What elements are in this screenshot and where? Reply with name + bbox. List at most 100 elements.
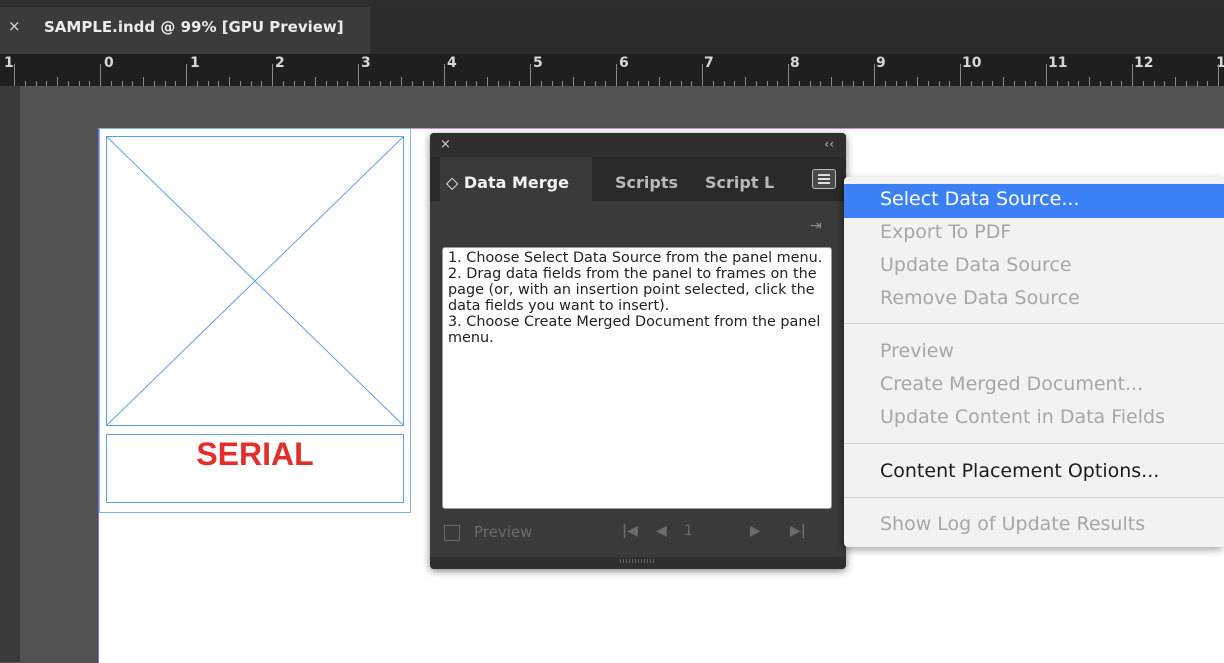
pasteboard-edge xyxy=(0,86,20,662)
ruler-tick xyxy=(670,81,671,86)
first-record-icon[interactable]: |◀ xyxy=(622,523,638,539)
tab-script-label[interactable]: Script L xyxy=(705,173,774,192)
empty-frame-cross-icon xyxy=(107,137,403,425)
ruler-label: 2 xyxy=(275,55,285,71)
menu-item-update-content-in-data-fields[interactable]: Update Content in Data Fields xyxy=(880,406,1165,428)
ruler-tick xyxy=(272,64,273,86)
ruler-tick xyxy=(616,64,617,86)
menu-item-export-to-pdf[interactable]: Export To PDF xyxy=(880,221,1011,243)
ruler-label: 1 xyxy=(190,55,200,71)
preview-checkbox[interactable] xyxy=(444,525,460,541)
ruler-tick xyxy=(100,64,101,86)
last-record-icon[interactable]: ▶| xyxy=(790,523,806,539)
menu-item-select-data-source[interactable]: Select Data Source... xyxy=(880,188,1079,210)
menu-item-show-log-of-update-results[interactable]: Show Log of Update Results xyxy=(880,513,1145,535)
ruler-tick xyxy=(777,81,778,86)
collapse-panel-icon[interactable]: ‹‹ xyxy=(824,137,834,151)
panel-menu-button[interactable] xyxy=(812,169,836,189)
ruler-tick xyxy=(315,77,316,86)
tab-scripts[interactable]: Scripts xyxy=(615,173,678,192)
image-placeholder-frame[interactable] xyxy=(106,136,404,426)
ruler-tick xyxy=(1068,81,1069,86)
ruler-tick xyxy=(788,64,789,86)
ruler-tick xyxy=(509,81,510,86)
document-tab[interactable]: × SAMPLE.indd @ 99% [GPU Preview] xyxy=(0,7,370,54)
ruler-tick xyxy=(1025,81,1026,86)
instruction-step: 2. Drag data fields from the panel to fr… xyxy=(448,266,817,314)
ruler-tick xyxy=(1143,81,1144,86)
ruler-tick xyxy=(1154,81,1155,86)
ruler-tick xyxy=(1218,64,1219,86)
serial-placeholder-text: SERIAL xyxy=(196,436,314,472)
ruler-tick xyxy=(251,81,252,86)
ruler-tick xyxy=(412,81,413,86)
ruler-tick xyxy=(1111,81,1112,86)
ruler-tick xyxy=(648,81,649,86)
ruler-tick xyxy=(756,81,757,86)
ruler-tick xyxy=(390,81,391,86)
menu-separator xyxy=(844,323,1224,324)
ruler-tick xyxy=(820,81,821,86)
menu-item-remove-data-source[interactable]: Remove Data Source xyxy=(880,287,1080,309)
ruler-tick xyxy=(713,81,714,86)
ruler-tick xyxy=(79,81,80,86)
ruler-tick xyxy=(132,81,133,86)
next-record-icon[interactable]: ▶ xyxy=(750,523,761,539)
hamburger-icon xyxy=(818,178,830,180)
ruler-tick xyxy=(1089,77,1090,86)
ruler-tick xyxy=(165,81,166,86)
ruler-tick xyxy=(627,81,628,86)
ruler-label: 5 xyxy=(533,55,543,71)
ruler-label: 10 xyxy=(962,55,982,71)
ruler-tick xyxy=(562,81,563,86)
hamburger-icon xyxy=(818,174,830,176)
instructions-box: 1. Choose Select Data Source from the pa… xyxy=(442,247,832,509)
ruler-tick xyxy=(605,81,606,86)
ruler-tick xyxy=(1186,81,1187,86)
ruler-tick xyxy=(1164,81,1165,86)
ruler-tick xyxy=(380,81,381,86)
panel-title-bar[interactable]: × ‹‹ xyxy=(430,133,846,157)
ruler-tick xyxy=(949,81,950,86)
ruler-tick xyxy=(68,81,69,86)
document-title: SAMPLE.indd @ 99% [GPU Preview] xyxy=(44,18,344,36)
ruler-tick xyxy=(283,81,284,86)
instruction-step: 1. Choose Select Data Source from the pa… xyxy=(448,250,823,266)
menu-item-create-merged-document[interactable]: Create Merged Document... xyxy=(880,373,1143,395)
horizontal-ruler[interactable]: 1 0 1 2 3 4 5 6 7 8 9 10 11 12 1 xyxy=(0,54,1224,86)
menu-item-preview[interactable]: Preview xyxy=(880,340,954,362)
ruler-tick xyxy=(57,77,58,86)
ruler-tick xyxy=(218,81,219,86)
ruler-label: 1 xyxy=(4,55,14,71)
menu-item-update-data-source[interactable]: Update Data Source xyxy=(880,254,1072,276)
ruler-tick xyxy=(724,81,725,86)
ruler-tick xyxy=(111,81,112,86)
ruler-label: 4 xyxy=(447,55,457,71)
ruler-tick xyxy=(541,81,542,86)
ruler-tick xyxy=(530,64,531,86)
serial-text-frame[interactable]: SERIAL xyxy=(106,434,404,503)
ruler-tick xyxy=(1057,81,1058,86)
ruler-tick xyxy=(1132,64,1133,86)
record-number[interactable]: 1 xyxy=(684,523,693,539)
previous-record-icon[interactable]: ◀ xyxy=(656,523,667,539)
ruler-tick xyxy=(831,77,832,86)
ruler-label: 8 xyxy=(790,55,800,71)
close-panel-icon[interactable]: × xyxy=(440,137,451,152)
ruler-tick xyxy=(971,81,972,86)
create-merged-document-icon[interactable]: ⇥ xyxy=(810,218,822,234)
window-top-strip xyxy=(0,0,1224,7)
hamburger-icon xyxy=(818,182,830,184)
tab-data-merge-label[interactable]: ◇ Data Merge xyxy=(446,173,569,192)
menu-item-content-placement-options[interactable]: Content Placement Options... xyxy=(880,460,1159,482)
ruler-tick xyxy=(885,81,886,86)
close-tab-icon[interactable]: × xyxy=(8,17,21,35)
ruler-tick xyxy=(863,81,864,86)
ruler-tick xyxy=(917,77,918,86)
ruler-tick xyxy=(154,81,155,86)
ruler-tick xyxy=(573,77,574,86)
ruler-tick xyxy=(1046,64,1047,86)
ruler-tick xyxy=(337,81,338,86)
panel-resize-bar[interactable] xyxy=(430,557,846,569)
ruler-tick xyxy=(143,77,144,86)
